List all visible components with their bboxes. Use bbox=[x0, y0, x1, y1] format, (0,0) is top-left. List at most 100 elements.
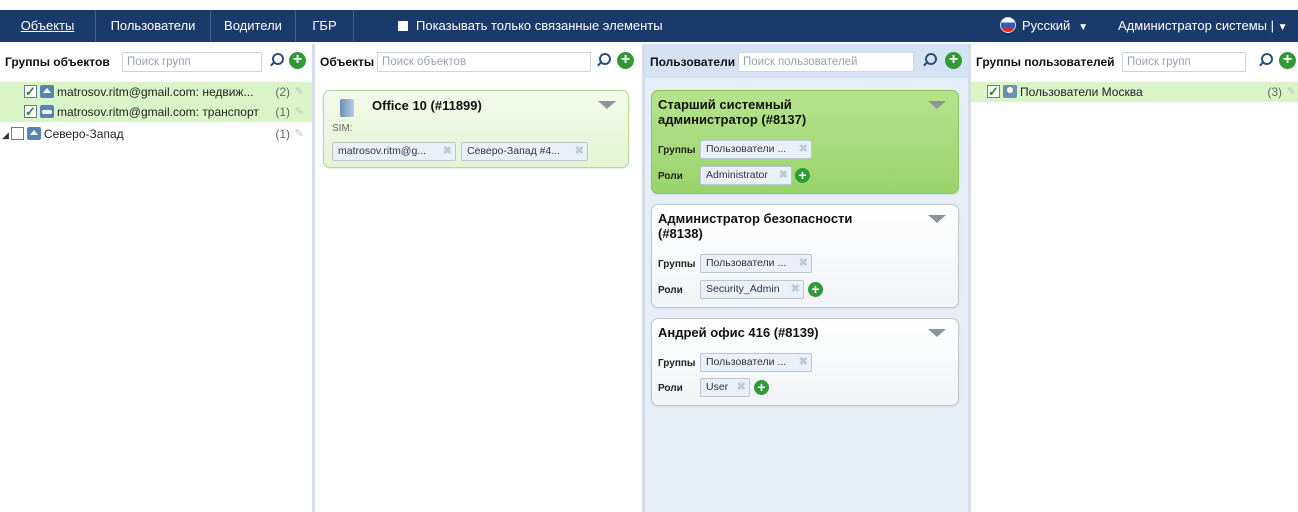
user-card[interactable]: Андрей офис 416 (#8139) Группы Пользоват… bbox=[651, 318, 959, 406]
tree-item[interactable]: matrosov.ritm@gmail.com: транспорт (1) ✎ bbox=[0, 102, 312, 122]
tree-item-count: (1) bbox=[275, 127, 290, 141]
chevron-down-icon[interactable] bbox=[928, 101, 946, 109]
edit-icon[interactable]: ✎ bbox=[295, 82, 304, 102]
language-label: Русский bbox=[1022, 18, 1071, 33]
car-icon bbox=[40, 105, 54, 118]
tree-item[interactable]: Пользователи Москва (3) ✎ bbox=[971, 82, 1298, 102]
remove-icon[interactable]: ✖ bbox=[799, 255, 808, 272]
chevron-down-icon: ▼ bbox=[1078, 22, 1089, 33]
top-navigation-bar: Объекты Пользователи Водители ГБР Показы… bbox=[0, 10, 1298, 42]
linked-only-filter[interactable]: Показывать только связанные элементы bbox=[398, 10, 663, 42]
object-groups-header: Группы объектов Поиск групп + bbox=[0, 44, 312, 78]
remove-icon[interactable]: ✖ bbox=[443, 143, 452, 160]
edit-icon[interactable]: ✎ bbox=[1287, 82, 1296, 102]
chip-label: Пользователи ... bbox=[706, 257, 787, 269]
chevron-down-icon[interactable] bbox=[928, 329, 946, 337]
user-group-icon bbox=[1003, 85, 1017, 98]
group-chip[interactable]: Пользователи ... ✖ bbox=[700, 254, 812, 273]
add-role-icon[interactable]: + bbox=[754, 380, 769, 395]
roles-label: Роли bbox=[658, 285, 683, 296]
chip-label: Пользователи ... bbox=[706, 356, 787, 368]
groups-label: Группы bbox=[658, 358, 696, 369]
chip-label: Security_Admin bbox=[706, 283, 780, 295]
user-groups-title: Группы пользователей bbox=[976, 55, 1115, 69]
user-card[interactable]: Старший системный администратор (#8137) Г… bbox=[651, 90, 959, 194]
search-icon[interactable] bbox=[1257, 52, 1273, 68]
user-card[interactable]: Администратор безопасности (#8138) Группы… bbox=[651, 204, 959, 308]
chevron-down-icon: ▼ bbox=[1277, 22, 1288, 33]
add-role-icon[interactable]: + bbox=[795, 168, 810, 183]
linked-only-checkbox[interactable] bbox=[398, 21, 408, 31]
users-search-input[interactable]: Поиск пользователей bbox=[738, 52, 914, 72]
user-card-title-line1: Администратор безопасности bbox=[658, 211, 853, 226]
checkbox[interactable] bbox=[24, 102, 37, 122]
home-icon bbox=[40, 85, 54, 98]
tab-users[interactable]: Пользователи bbox=[96, 10, 211, 42]
chevron-down-icon[interactable] bbox=[928, 215, 946, 223]
checkbox[interactable] bbox=[987, 82, 1000, 102]
tree-item-label: matrosov.ritm@gmail.com: транспорт bbox=[57, 105, 259, 119]
users-panel: Пользователи Поиск пользователей + Старш… bbox=[645, 44, 968, 512]
chip-label: Пользователи ... bbox=[706, 143, 787, 155]
chip-label: Северо-Запад #4... bbox=[467, 145, 561, 157]
object-card[interactable]: Office 10 (#11899) SIM: matrosov.ritm@g.… bbox=[323, 90, 629, 168]
add-icon[interactable]: + bbox=[945, 52, 962, 69]
checkbox[interactable] bbox=[10, 127, 24, 140]
add-icon[interactable]: + bbox=[1279, 52, 1296, 69]
tab-drivers[interactable]: Водители bbox=[211, 10, 296, 42]
tree-item[interactable]: ◢ Северо-Запад (1) ✎ bbox=[0, 124, 312, 144]
users-title: Пользователи bbox=[650, 55, 736, 69]
remove-icon[interactable]: ✖ bbox=[799, 354, 808, 371]
remove-icon[interactable]: ✖ bbox=[799, 141, 808, 158]
edit-icon[interactable]: ✎ bbox=[295, 102, 304, 122]
user-groups-header: Группы пользователей Поиск групп + bbox=[971, 44, 1298, 78]
group-chip[interactable]: Пользователи ... ✖ bbox=[700, 353, 812, 372]
tree-item[interactable]: matrosov.ritm@gmail.com: недвиж... (2) ✎ bbox=[0, 82, 312, 102]
add-icon[interactable]: + bbox=[617, 52, 634, 69]
expand-arrow-icon[interactable]: ◢ bbox=[2, 125, 9, 145]
user-groups-panel: Группы пользователей Поиск групп + Польз… bbox=[971, 44, 1298, 512]
checkbox[interactable] bbox=[24, 82, 37, 102]
tree-item-count: (3) bbox=[1267, 85, 1282, 99]
chip-label: User bbox=[706, 381, 729, 393]
object-groups-panel: Группы объектов Поиск групп + matrosov.r… bbox=[0, 44, 312, 512]
tree-item-label: Пользователи Москва bbox=[1020, 85, 1143, 99]
chip-label: matrosov.ritm@g... bbox=[338, 145, 427, 157]
user-groups-search-input[interactable]: Поиск групп bbox=[1122, 52, 1246, 72]
remove-icon[interactable]: ✖ bbox=[575, 143, 584, 160]
search-icon[interactable] bbox=[595, 52, 611, 68]
linked-only-label: Показывать только связанные элементы bbox=[416, 18, 663, 33]
group-chip[interactable]: Пользователи ... ✖ bbox=[700, 140, 812, 159]
groups-label: Группы bbox=[658, 259, 696, 270]
user-menu[interactable]: Администратор системы | ▼ bbox=[1118, 10, 1288, 42]
objects-search-input[interactable]: Поиск объектов bbox=[377, 52, 591, 72]
chevron-down-icon[interactable] bbox=[598, 101, 616, 109]
remove-icon[interactable]: ✖ bbox=[737, 379, 746, 396]
group-chip[interactable]: matrosov.ritm@g... ✖ bbox=[332, 142, 456, 161]
remove-icon[interactable]: ✖ bbox=[791, 281, 800, 298]
home-icon bbox=[26, 127, 41, 140]
tab-objects[interactable]: Объекты bbox=[0, 10, 96, 42]
role-chip[interactable]: Administrator ✖ bbox=[700, 166, 792, 185]
role-chip[interactable]: User ✖ bbox=[700, 378, 750, 397]
object-card-title: Office 10 (#11899) bbox=[372, 98, 482, 113]
add-role-icon[interactable]: + bbox=[808, 282, 823, 297]
edit-icon[interactable]: ✎ bbox=[295, 124, 304, 144]
building-icon bbox=[340, 99, 354, 117]
search-icon[interactable] bbox=[921, 52, 937, 68]
user-card-title-line1: Старший системный bbox=[658, 97, 792, 112]
remove-icon[interactable]: ✖ bbox=[779, 167, 788, 184]
user-card-title-line2: (#8138) bbox=[658, 226, 703, 241]
language-selector[interactable]: Русский ▼ bbox=[1000, 10, 1088, 42]
user-card-title-line2: администратор (#8137) bbox=[658, 112, 807, 127]
user-card-title: Старший системный администратор (#8137) bbox=[658, 97, 806, 127]
role-chip[interactable]: Security_Admin ✖ bbox=[700, 280, 804, 299]
search-icon[interactable] bbox=[268, 52, 284, 68]
tab-gbr[interactable]: ГБР bbox=[296, 10, 354, 42]
objects-title: Объекты bbox=[320, 55, 375, 69]
users-header: Пользователи Поиск пользователей + bbox=[645, 44, 968, 78]
group-chip[interactable]: Северо-Запад #4... ✖ bbox=[461, 142, 588, 161]
add-icon[interactable]: + bbox=[289, 52, 306, 69]
object-groups-search-input[interactable]: Поиск групп bbox=[122, 52, 262, 72]
user-name: Администратор системы bbox=[1118, 18, 1267, 33]
